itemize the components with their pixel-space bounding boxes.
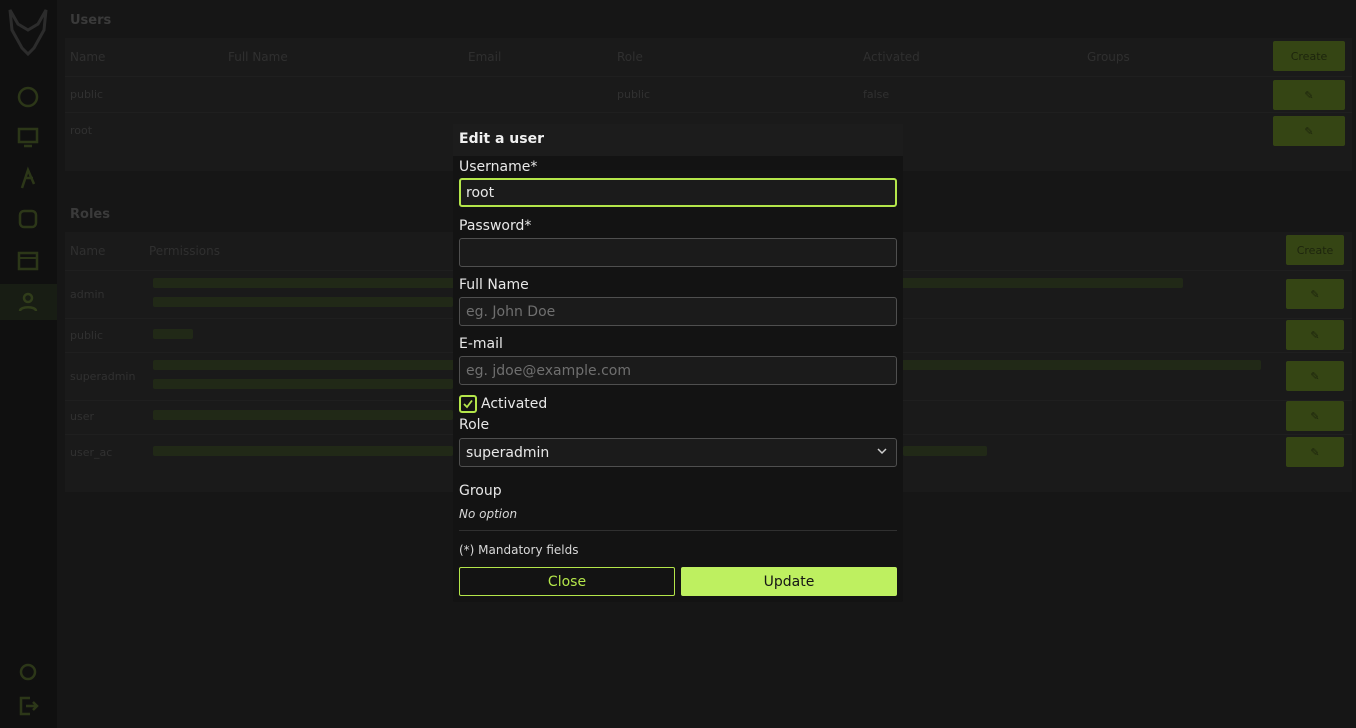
edit-user-modal: Edit a user Username* Password* Full Nam… xyxy=(453,124,903,602)
username-field[interactable] xyxy=(459,178,897,207)
update-button[interactable]: Update xyxy=(681,567,897,596)
role-label: Role xyxy=(459,417,490,433)
chevron-down-icon xyxy=(877,448,887,455)
role-select-value: superadmin xyxy=(466,445,550,461)
fullname-field[interactable] xyxy=(459,297,897,326)
email-field[interactable] xyxy=(459,356,897,385)
group-label: Group xyxy=(459,483,502,499)
activated-checkbox[interactable] xyxy=(459,395,477,413)
username-label: Username* xyxy=(459,159,538,175)
check-icon xyxy=(463,399,473,409)
role-select[interactable]: superadmin xyxy=(459,438,897,467)
password-label: Password* xyxy=(459,218,532,234)
modal-title: Edit a user xyxy=(459,131,544,147)
group-empty-text: No option xyxy=(459,507,518,521)
fullname-label: Full Name xyxy=(459,277,529,293)
mandatory-note: (*) Mandatory fields xyxy=(459,543,579,557)
modal-header: Edit a user xyxy=(453,124,903,156)
close-button[interactable]: Close xyxy=(459,567,675,596)
divider xyxy=(459,530,897,531)
activated-label[interactable]: Activated xyxy=(481,396,547,412)
password-field[interactable] xyxy=(459,238,897,267)
email-label: E-mail xyxy=(459,336,503,352)
